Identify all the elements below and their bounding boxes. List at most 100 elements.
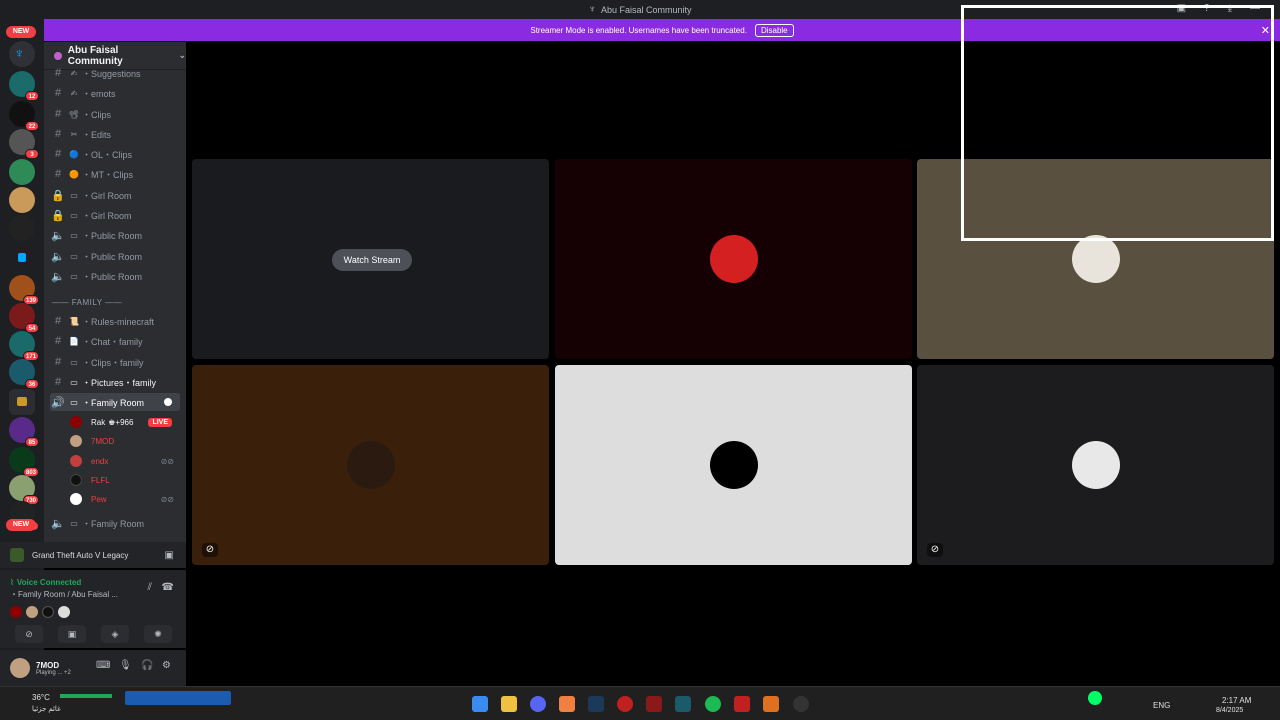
activity-icon[interactable]: ◈ bbox=[101, 625, 129, 643]
user-name: 7MOD bbox=[36, 660, 60, 670]
channel-label: ・emots bbox=[82, 88, 116, 99]
microphone-icon[interactable]: 🎙 bbox=[119, 660, 132, 671]
app-icon[interactable] bbox=[646, 696, 662, 712]
channel-chat-family[interactable]: # 📄 ・Chat・family bbox=[50, 332, 180, 350]
app-icon[interactable] bbox=[763, 696, 779, 712]
channel-girl-room[interactable]: 🔒 ▭ ・Girl Room bbox=[50, 186, 180, 204]
disconnect-icon[interactable]: ☎ bbox=[162, 582, 174, 593]
soundboard-icon[interactable]: ✺ bbox=[144, 625, 172, 643]
channel-clips-family[interactable]: # ▭ ・Clips・family bbox=[50, 353, 180, 371]
file-explorer-icon[interactable] bbox=[501, 696, 517, 712]
voice-participants bbox=[10, 606, 70, 618]
start-icon[interactable] bbox=[472, 696, 488, 712]
video-tile-stream[interactable]: Watch Stream bbox=[192, 159, 549, 359]
server-icon[interactable] bbox=[9, 215, 35, 241]
screen-share-icon[interactable]: ▣ bbox=[58, 625, 86, 643]
server-icon[interactable]: 139 bbox=[9, 275, 39, 305]
lock-icon: 🔒 bbox=[51, 189, 65, 202]
user-info[interactable]: 7MOD Playing ... +2 bbox=[36, 661, 71, 676]
watch-stream-button[interactable]: Watch Stream bbox=[332, 249, 412, 271]
channel-ol-clips[interactable]: # 🔵 ・OL・Clips bbox=[50, 145, 180, 163]
noise-suppression-icon[interactable]: ⫽ bbox=[148, 582, 152, 593]
channel-rules-minecraft[interactable]: # 📜 ・Rules-minecraft bbox=[50, 312, 180, 330]
channel-emoji-icon: 📄 bbox=[69, 336, 79, 346]
server-folder-icon[interactable] bbox=[9, 389, 35, 415]
channel-edits[interactable]: # ✂ ・Edits bbox=[50, 125, 180, 143]
voice-location[interactable]: ・Family Room / Abu Faisal ... bbox=[10, 589, 118, 600]
app-icon[interactable] bbox=[793, 696, 809, 712]
avatar bbox=[26, 606, 38, 618]
spotify-icon[interactable] bbox=[705, 696, 721, 712]
camera-off-icon[interactable]: ⊘ bbox=[15, 625, 43, 643]
channel-family-room[interactable]: 🔈 ▭ ・Family Room bbox=[50, 514, 180, 532]
video-tile[interactable] bbox=[555, 159, 912, 359]
disable-streamer-mode-button[interactable]: Disable bbox=[754, 23, 794, 37]
server-icon[interactable]: ♆ bbox=[9, 41, 35, 67]
hash-icon: # bbox=[54, 148, 62, 160]
channel-girl-room[interactable]: 🔒 ▭ ・Girl Room bbox=[50, 206, 180, 224]
clock-time[interactable]: 2:17 AM bbox=[1222, 696, 1251, 705]
app-icon[interactable] bbox=[734, 696, 750, 712]
server-icon[interactable]: 171 bbox=[9, 331, 39, 361]
channel-suggestions[interactable]: # ✍ ・Suggestions bbox=[50, 64, 180, 82]
server-icon[interactable]: 22 bbox=[9, 101, 39, 131]
voice-user-name: Pew bbox=[91, 494, 107, 504]
channel-label: ・Rules-minecraft bbox=[82, 316, 155, 327]
video-tile[interactable] bbox=[555, 365, 912, 565]
app-icon[interactable] bbox=[559, 696, 575, 712]
voice-user[interactable]: Pew ⊘⊘ bbox=[70, 490, 180, 508]
server-icon[interactable] bbox=[9, 245, 35, 271]
server-icon[interactable]: 803 bbox=[9, 447, 39, 477]
avatar bbox=[70, 455, 82, 467]
server-icon[interactable] bbox=[9, 159, 35, 185]
discord-icon[interactable] bbox=[530, 696, 546, 712]
video-tile[interactable]: ⊘ bbox=[192, 365, 549, 565]
avatar bbox=[70, 474, 82, 486]
server-icon[interactable]: 36 bbox=[9, 359, 39, 389]
hash-icon: # bbox=[54, 67, 62, 79]
category-family[interactable]: —— FAMILY —— bbox=[52, 298, 122, 307]
chat-bubble-icon[interactable] bbox=[164, 398, 172, 406]
channel-label: ・Girl Room bbox=[82, 190, 132, 201]
channel-public-room[interactable]: 🔈 ▭ ・Public Room bbox=[50, 226, 180, 244]
language-indicator[interactable]: ENG bbox=[1153, 701, 1170, 710]
voice-user[interactable]: FLFL bbox=[70, 471, 180, 489]
channel-emots[interactable]: # ✍ ・emots bbox=[50, 84, 180, 102]
voice-user[interactable]: endx ⊘⊘ bbox=[70, 452, 180, 470]
channel-clips[interactable]: # 📽 ・Clips bbox=[50, 105, 180, 123]
user-status: Playing ... +2 bbox=[36, 669, 71, 676]
temperature: 36°C bbox=[32, 693, 50, 702]
clock-date[interactable]: 8/4/2025 bbox=[1216, 707, 1243, 714]
channel-pictures-family[interactable]: # ▭ ・Pictures・family bbox=[50, 373, 180, 391]
avatar[interactable] bbox=[10, 658, 30, 678]
channel-emoji-icon: 🔵 bbox=[69, 149, 79, 159]
channel-family-room[interactable]: 🔊 ▭ ・Family Room bbox=[50, 393, 180, 411]
server-icon[interactable]: 54 bbox=[9, 303, 39, 333]
gamepad-icon[interactable]: ⌨ bbox=[96, 660, 110, 671]
voice-user[interactable]: 7MOD bbox=[70, 432, 180, 450]
muted-deafened-icon: ⊘⊘ bbox=[160, 494, 174, 504]
channel-label: ・MT・Clips bbox=[82, 169, 133, 180]
server-icon[interactable]: 12 bbox=[9, 71, 39, 101]
server-icon[interactable] bbox=[9, 187, 35, 213]
voice-status-text: Voice Connected bbox=[16, 578, 82, 587]
headphones-icon[interactable]: 🎧 bbox=[141, 660, 153, 671]
channel-public-room[interactable]: 🔈 ▭ ・Public Room bbox=[50, 267, 180, 285]
channel-mt-clips[interactable]: # 🟠 ・MT・Clips bbox=[50, 165, 180, 183]
screen-share-icon[interactable]: ▣ bbox=[165, 550, 174, 561]
live-badge: LIVE bbox=[148, 417, 172, 427]
server-icon[interactable]: 730 bbox=[9, 475, 39, 505]
steam-icon[interactable] bbox=[588, 696, 604, 712]
server-icon[interactable]: 85 bbox=[9, 417, 39, 447]
avatar bbox=[58, 606, 70, 618]
channel-public-room[interactable]: 🔈 ▭ ・Public Room bbox=[50, 247, 180, 265]
voice-status[interactable]: ⌇ Voice Connected bbox=[10, 578, 81, 587]
app-icon[interactable] bbox=[617, 696, 633, 712]
video-tile[interactable]: ⊘ bbox=[917, 365, 1274, 565]
voice-user-name: FLFL bbox=[91, 475, 110, 485]
channel-emoji-icon: ▭ bbox=[70, 397, 78, 407]
server-icon[interactable]: 3 bbox=[9, 129, 39, 159]
voice-user[interactable]: Rak ♚+966 LIVE bbox=[70, 413, 180, 431]
app-icon[interactable] bbox=[675, 696, 691, 712]
gear-icon[interactable]: ⚙ bbox=[162, 660, 171, 671]
